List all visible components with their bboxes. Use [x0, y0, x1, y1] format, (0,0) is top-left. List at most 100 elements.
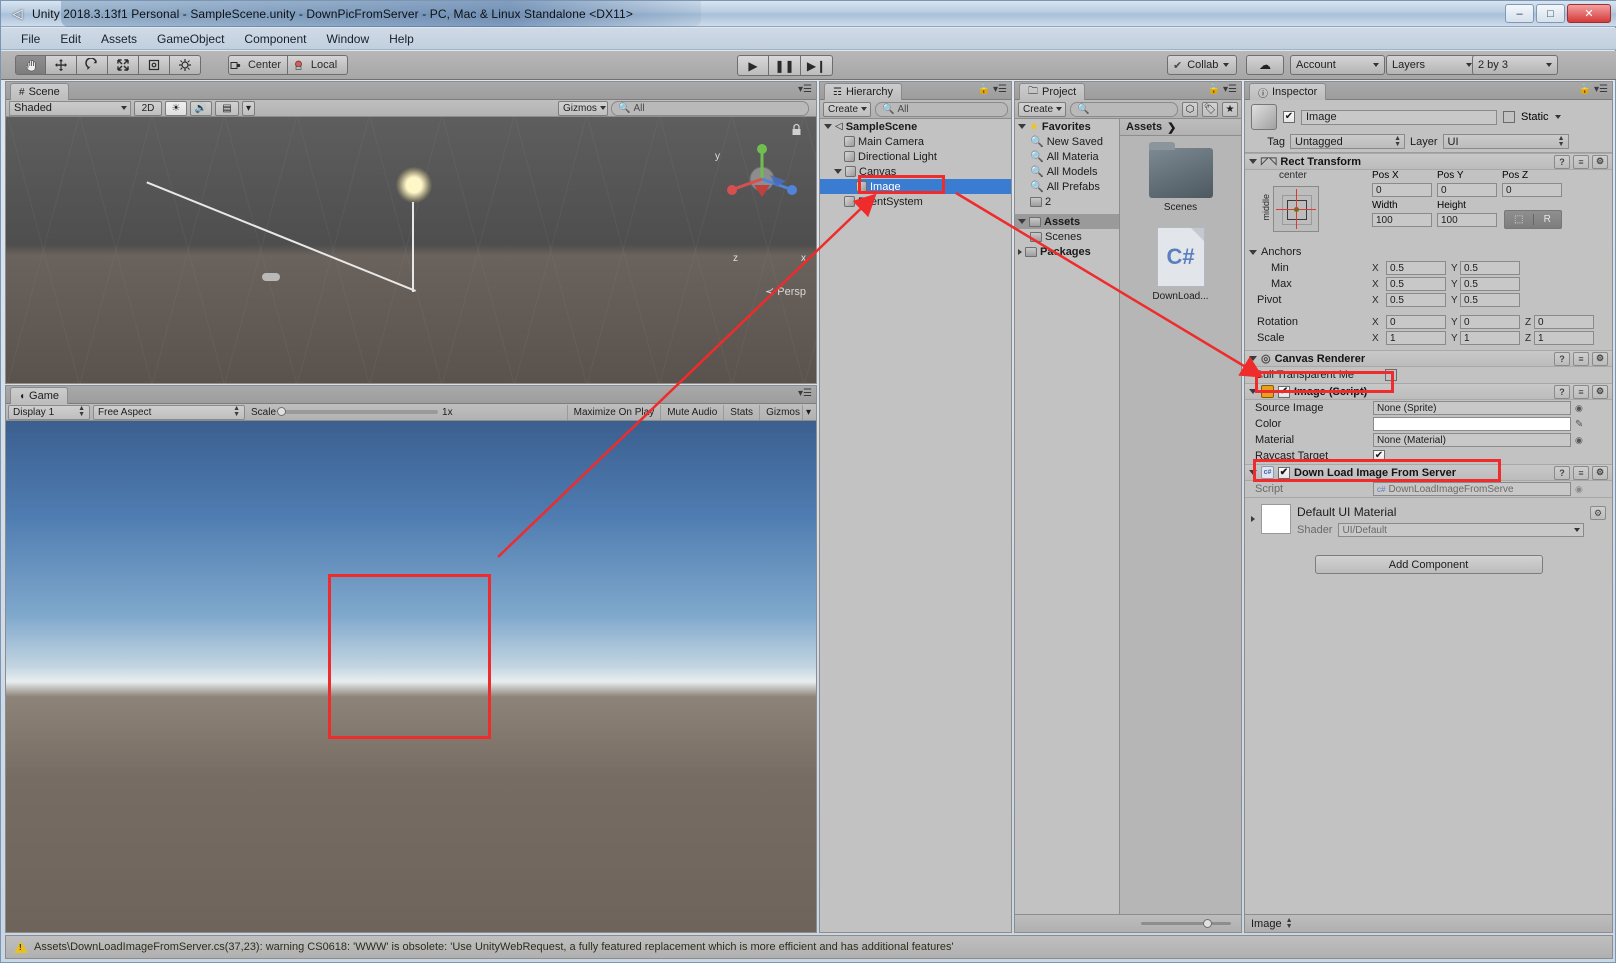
asset-item-scenes[interactable]: Scenes — [1131, 142, 1231, 213]
mute-audio-toggle[interactable]: Mute Audio — [660, 404, 723, 420]
step-button[interactable]: ▶❙ — [801, 55, 833, 76]
project-search-input[interactable]: 🔍 — [1070, 101, 1178, 117]
transform-tool-icon[interactable] — [170, 55, 201, 75]
component-header-icons[interactable]: ? ≡ ⚙ — [1554, 351, 1608, 366]
lock-icon[interactable]: 🔒 — [1579, 84, 1591, 95]
height-input[interactable]: 100 — [1437, 213, 1497, 227]
project-row-packages[interactable]: Packages — [1015, 244, 1119, 259]
chevron-down-icon[interactable] — [1018, 219, 1026, 224]
anchors-foldout[interactable]: Anchors — [1245, 244, 1612, 260]
cull-transparent-checkbox[interactable] — [1385, 369, 1397, 381]
component-header-icons[interactable]: ? ≡ ⚙ — [1554, 465, 1608, 480]
persp-label[interactable]: ≺ Persp — [765, 285, 806, 298]
project-row-all-models[interactable]: 🔍 All Models — [1015, 164, 1119, 179]
favorite-star-icon[interactable]: ★ — [1222, 101, 1238, 117]
anchor-min-x-input[interactable]: 0.5 — [1386, 261, 1446, 275]
component-header-rect-transform[interactable]: ◸◹ Rect Transform ? ≡ ⚙ — [1245, 153, 1612, 170]
component-header-canvas-renderer[interactable]: ◎ Canvas Renderer ? ≡ ⚙ — [1245, 350, 1612, 367]
game-gizmos-label[interactable]: Gizmos — [759, 404, 802, 420]
project-asset-area[interactable]: Assets ❯ Scenes C# DownLoad... — [1120, 119, 1241, 914]
hierarchy-row-directional-light[interactable]: Directional Light — [820, 149, 1011, 164]
inspector-menu-icon[interactable]: ▾☰ — [1594, 84, 1608, 95]
lock-icon[interactable]: 🔒 — [978, 84, 990, 95]
chevron-down-icon[interactable] — [1249, 159, 1257, 164]
width-input[interactable]: 100 — [1372, 213, 1432, 227]
updown-icon[interactable]: ▲ ▼ — [1286, 917, 1293, 930]
scene-viewport[interactable]: y z x ≺ Persp — [6, 117, 816, 383]
chevron-down-icon[interactable] — [1249, 356, 1257, 361]
speaker-icon[interactable]: 🔊 — [190, 100, 212, 116]
help-icon[interactable]: ? — [1554, 154, 1570, 169]
menu-component[interactable]: Component — [234, 30, 316, 48]
preset-icon[interactable]: ≡ — [1573, 154, 1589, 169]
pos-z-input[interactable]: 0 — [1502, 183, 1562, 197]
project-row-scenes[interactable]: Scenes — [1015, 229, 1119, 244]
blueprint-mode-icon[interactable]: ⬚ — [1505, 214, 1533, 225]
game-menu-icon[interactable]: ▾☰ — [798, 388, 812, 399]
effects-dropdown-icon[interactable]: ▾ — [242, 100, 255, 116]
project-menu-icon[interactable]: ▾☰ — [1223, 84, 1237, 95]
project-row-saved-2[interactable]: 2 — [1015, 194, 1119, 209]
project-tab-tools[interactable]: 🔒 ▾☰ — [1208, 84, 1237, 95]
move-tool-icon[interactable] — [46, 55, 77, 75]
object-picker-icon[interactable]: ◉ — [1571, 435, 1583, 446]
chevron-down-icon[interactable] — [1018, 124, 1026, 129]
pivot-x-input[interactable]: 0.5 — [1386, 293, 1446, 307]
hierarchy-row-samplescene[interactable]: ◁ SampleScene — [820, 119, 1011, 134]
chevron-down-icon[interactable]: ▾ — [801, 404, 814, 420]
toggle-2d-button[interactable]: 2D — [134, 100, 162, 116]
status-bar[interactable]: Assets\DownLoadImageFromServer.cs(37,23)… — [5, 935, 1613, 959]
scale-z-input[interactable]: 1 — [1534, 331, 1594, 345]
sun-icon[interactable]: ☀ — [165, 100, 187, 116]
gear-icon[interactable]: ⚙ — [1590, 506, 1606, 520]
chevron-down-icon[interactable] — [824, 124, 832, 129]
tab-hierarchy[interactable]: ☶ Hierarchy — [824, 83, 903, 100]
hand-tool-icon[interactable] — [15, 55, 46, 75]
blueprint-raw-buttons[interactable]: ⬚ R — [1504, 210, 1562, 229]
add-component-button[interactable]: Add Component — [1314, 555, 1543, 574]
scene-tab-tools[interactable]: ▾☰ — [798, 84, 812, 95]
scene-orientation-gizmo[interactable] — [724, 141, 800, 217]
menu-assets[interactable]: Assets — [91, 30, 147, 48]
collab-button[interactable]: ✔ Collab — [1167, 55, 1237, 75]
hierarchy-tab-tools[interactable]: 🔒 ▾☰ — [978, 84, 1007, 95]
game-tab-tools[interactable]: ▾☰ — [798, 388, 812, 399]
rotation-x-input[interactable]: 0 — [1386, 315, 1446, 329]
scale-slider-group[interactable]: Scale 1x — [251, 407, 453, 418]
stats-toggle[interactable]: Stats — [723, 404, 759, 420]
preset-icon[interactable]: ≡ — [1573, 351, 1589, 366]
pause-button[interactable]: ❚❚ — [769, 55, 801, 76]
gizmos-dropdown[interactable]: Gizmos — [558, 100, 608, 116]
object-enabled-checkbox[interactable]: ✔ — [1283, 111, 1295, 123]
asset-item-downloadimagefromserver[interactable]: C# DownLoad... — [1131, 227, 1231, 302]
filter-by-label-icon[interactable]: 🏷 — [1202, 101, 1218, 117]
chevron-down-icon[interactable] — [1249, 470, 1257, 475]
project-row-new-saved[interactable]: 🔍 New Saved — [1015, 134, 1119, 149]
minimize-button[interactable]: – — [1505, 4, 1534, 23]
layers-button[interactable]: Layers — [1386, 55, 1478, 75]
maximize-on-play-toggle[interactable]: Maximize On Play — [566, 404, 661, 420]
project-row-favorites[interactable]: ★ Favorites — [1015, 119, 1119, 134]
anchor-preset-widget[interactable] — [1273, 186, 1319, 232]
help-icon[interactable]: ? — [1554, 384, 1570, 399]
scene-lock-icon[interactable] — [791, 123, 802, 136]
display-dropdown[interactable]: Display 1 ▲ ▼ — [8, 404, 90, 420]
tag-dropdown[interactable]: Untagged ▲ ▼ — [1290, 134, 1405, 149]
pos-y-input[interactable]: 0 — [1437, 183, 1497, 197]
chevron-down-icon[interactable] — [1554, 115, 1561, 119]
tab-scene[interactable]: # Scene — [10, 83, 69, 100]
static-checkbox[interactable] — [1503, 111, 1515, 123]
scene-menu-icon[interactable]: ▾☰ — [798, 84, 812, 95]
layer-dropdown[interactable]: UI ▲ ▼ — [1442, 134, 1569, 149]
filter-by-type-icon[interactable]: ⬡ — [1182, 101, 1198, 117]
preset-icon[interactable]: ≡ — [1573, 465, 1589, 480]
rotation-y-input[interactable]: 0 — [1460, 315, 1520, 329]
chevron-down-icon[interactable] — [1249, 389, 1257, 394]
project-row-assets[interactable]: Assets — [1015, 214, 1119, 229]
scale-y-input[interactable]: 1 — [1460, 331, 1520, 345]
shader-dropdown[interactable]: UI/Default — [1338, 523, 1584, 537]
tab-game[interactable]: ◖ Game — [10, 387, 69, 404]
rotate-tool-icon[interactable] — [77, 55, 108, 75]
hierarchy-row-canvas[interactable]: Canvas — [820, 164, 1011, 179]
anchor-max-x-input[interactable]: 0.5 — [1386, 277, 1446, 291]
